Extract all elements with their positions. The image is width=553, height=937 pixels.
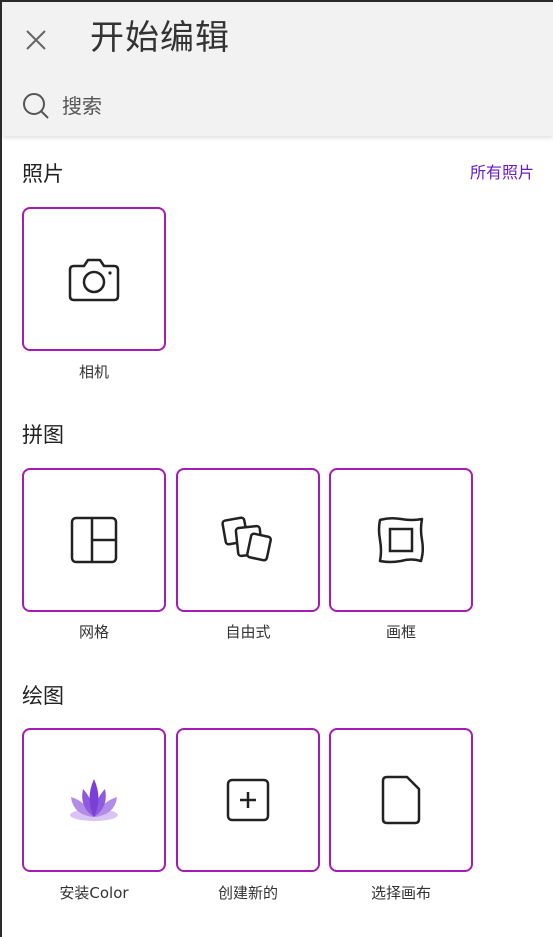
create-new-label: 创建新的 bbox=[217, 884, 278, 902]
search-bar[interactable]: 搜索 bbox=[2, 80, 553, 132]
choose-canvas-label: 选择画布 bbox=[370, 884, 431, 902]
plus-square-icon bbox=[226, 778, 270, 822]
edit-panel: 开始编辑 搜索 照片 所有照片 相机 拼图 网格 自由式 画框 绘图 安装Col… bbox=[2, 2, 553, 937]
grid-layout-icon bbox=[70, 516, 118, 564]
document-icon bbox=[381, 775, 421, 825]
close-icon bbox=[26, 30, 46, 50]
section-title-drawing: 绘图 bbox=[22, 684, 64, 708]
page-title: 开始编辑 bbox=[90, 18, 230, 58]
close-button[interactable] bbox=[20, 24, 52, 56]
frame-label: 画框 bbox=[385, 623, 416, 641]
grid-tile[interactable] bbox=[22, 468, 166, 612]
install-color-tile[interactable] bbox=[22, 728, 166, 872]
frame-icon bbox=[377, 516, 425, 564]
freestyle-label: 自由式 bbox=[225, 623, 271, 641]
camera-label: 相机 bbox=[78, 363, 109, 381]
install-color-label: 安装Color bbox=[59, 884, 129, 902]
choose-canvas-tile[interactable] bbox=[329, 728, 473, 872]
camera-icon bbox=[68, 258, 120, 302]
freestyle-tile[interactable] bbox=[176, 468, 320, 612]
freestyle-icon bbox=[221, 516, 272, 562]
header: 开始编辑 搜索 bbox=[2, 2, 553, 136]
grid-label: 网格 bbox=[78, 623, 109, 641]
all-photos-link[interactable]: 所有照片 bbox=[470, 162, 534, 184]
lotus-icon bbox=[70, 779, 118, 821]
frame-tile[interactable] bbox=[329, 468, 473, 612]
search-icon bbox=[23, 93, 49, 119]
section-title-collage: 拼图 bbox=[22, 423, 64, 447]
section-title-photos: 照片 bbox=[22, 162, 64, 186]
search-input[interactable]: 搜索 bbox=[62, 92, 102, 120]
camera-tile[interactable] bbox=[22, 207, 166, 351]
create-new-tile[interactable] bbox=[176, 728, 320, 872]
